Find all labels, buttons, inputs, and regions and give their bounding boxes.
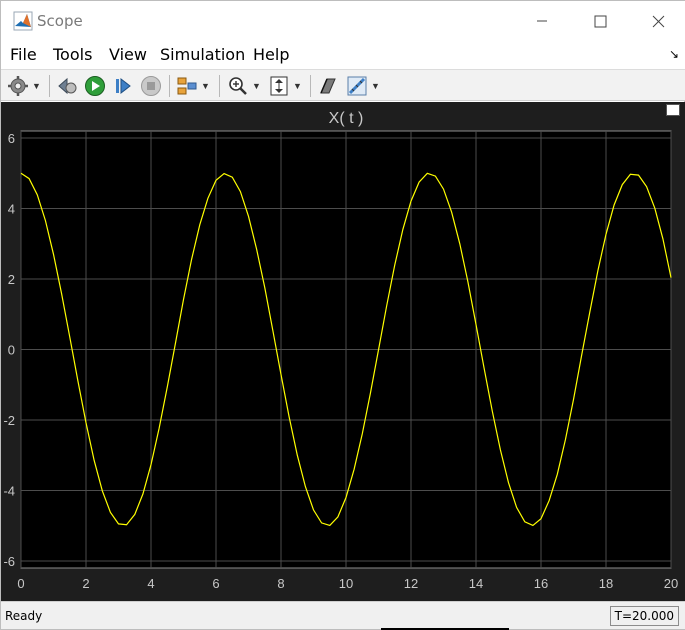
menu-tools[interactable]: Tools xyxy=(53,45,92,64)
x-tick-label: 8 xyxy=(277,576,284,591)
y-tick-label: -4 xyxy=(3,483,15,498)
simulation-time: T=20.000 xyxy=(609,606,679,626)
toolbar-separator xyxy=(169,75,170,97)
y-tick-label: -6 xyxy=(3,554,15,569)
zoom-in-button[interactable]: ▼ xyxy=(227,73,261,99)
x-tick-label: 6 xyxy=(212,576,219,591)
x-tick-label: 4 xyxy=(147,576,154,591)
y-tick-label: 6 xyxy=(8,131,15,146)
configuration-properties-button[interactable]: ▼ xyxy=(7,73,41,99)
x-tick-label: 12 xyxy=(404,576,418,591)
scale-axes-button[interactable]: ▼ xyxy=(268,73,302,99)
undock-icon[interactable] xyxy=(666,104,680,116)
menu-help[interactable]: Help xyxy=(253,45,289,64)
scope-window: Scope File Tools View Simulation Help ↘ … xyxy=(0,0,685,630)
toolbar-separator xyxy=(310,75,311,97)
chevron-down-icon[interactable]: ▼ xyxy=(201,81,210,91)
toolbar-separator xyxy=(49,75,50,97)
title-bar[interactable]: Scope xyxy=(1,1,685,41)
x-tick-label: 2 xyxy=(82,576,89,591)
run-button[interactable] xyxy=(84,73,106,99)
y-tick-label: 4 xyxy=(8,202,15,217)
minimize-icon xyxy=(537,20,547,22)
zoom-in-icon xyxy=(229,77,247,95)
stop-button[interactable] xyxy=(140,73,162,99)
x-tick-label: 14 xyxy=(469,576,483,591)
plot-title: X( t ) xyxy=(329,110,364,127)
highlight-block-button[interactable] xyxy=(317,73,339,99)
y-tick-label: -2 xyxy=(3,413,15,428)
highlight-block-icon xyxy=(320,78,336,94)
window-title: Scope xyxy=(37,12,83,30)
x-tick-label: 16 xyxy=(534,576,548,591)
close-icon xyxy=(652,15,664,27)
x-tick-label: 10 xyxy=(339,576,353,591)
scope-plot[interactable]: X( t )0 2 4 6 8 10 12 14 16 18 206420-2-4-6 xyxy=(1,102,685,601)
toolbar: ▼ ▼ ▼ ▼ ▼ xyxy=(1,69,685,101)
restore-button[interactable] xyxy=(56,73,78,99)
y-tick-label: 0 xyxy=(8,343,15,358)
scale-axes-icon xyxy=(270,76,288,96)
measurements-button[interactable]: ▼ xyxy=(346,73,380,99)
menu-file[interactable]: File xyxy=(10,45,37,64)
run-icon xyxy=(85,76,105,96)
close-button[interactable] xyxy=(635,7,681,35)
matlab-icon xyxy=(13,11,33,31)
chevron-down-icon[interactable]: ▼ xyxy=(252,81,261,91)
menu-view[interactable]: View xyxy=(109,45,147,64)
gear-icon xyxy=(8,76,28,96)
toolbar-separator xyxy=(219,75,220,97)
maximize-button[interactable] xyxy=(577,7,623,35)
x-tick-label: 0 xyxy=(17,576,24,591)
dock-arrow-icon[interactable]: ↘ xyxy=(669,47,679,61)
status-text: Ready xyxy=(5,609,43,623)
step-forward-button[interactable] xyxy=(112,73,134,99)
stop-icon xyxy=(141,76,161,96)
restore-icon xyxy=(58,77,77,95)
step-forward-icon xyxy=(116,77,131,95)
measurements-icon xyxy=(347,76,367,96)
status-bar: Ready T=20.000 xyxy=(1,601,685,629)
layout-button[interactable]: ▼ xyxy=(176,73,210,99)
chevron-down-icon[interactable]: ▼ xyxy=(32,81,41,91)
menu-simulation[interactable]: Simulation xyxy=(160,45,245,64)
chevron-down-icon[interactable]: ▼ xyxy=(293,81,302,91)
layout-icon xyxy=(177,77,197,95)
x-tick-label: 20 xyxy=(664,576,678,591)
chevron-down-icon[interactable]: ▼ xyxy=(371,81,380,91)
maximize-icon xyxy=(594,15,606,27)
y-tick-label: 2 xyxy=(8,272,15,287)
menu-bar: File Tools View Simulation Help ↘ xyxy=(1,41,685,69)
minimize-button[interactable] xyxy=(519,7,565,35)
x-tick-label: 18 xyxy=(599,576,613,591)
